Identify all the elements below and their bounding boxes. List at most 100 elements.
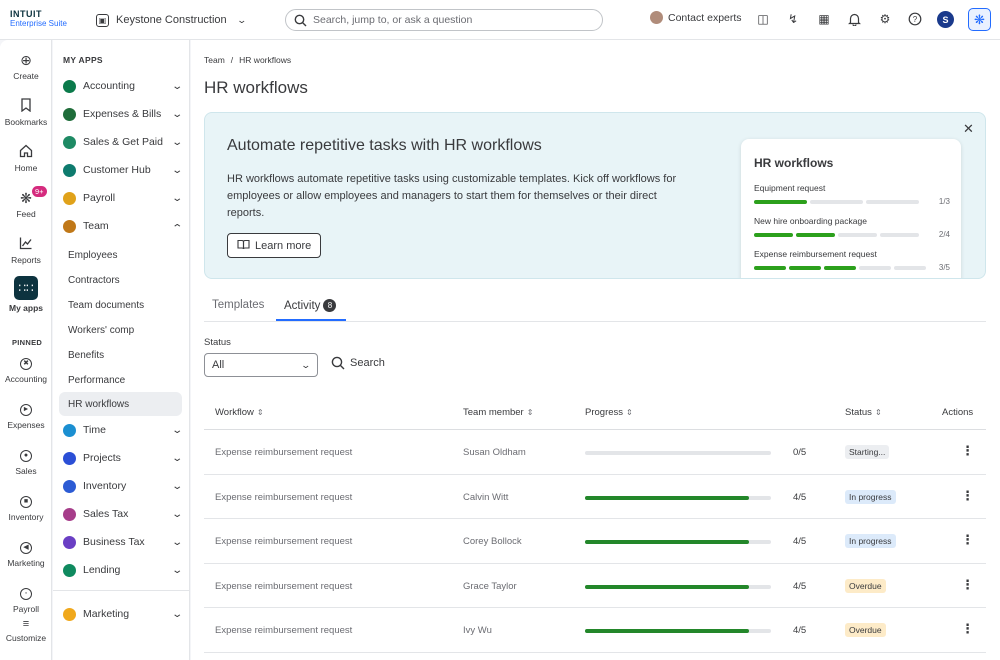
app-team[interactable]: Team ⌄ — [63, 216, 183, 236]
app-sales-tax[interactable]: Sales Tax ⌄ — [63, 504, 183, 524]
row-actions-kebab-icon[interactable]: ⋮ — [961, 532, 974, 548]
row-progress-fill — [585, 540, 749, 544]
status-filter-label: Status — [204, 337, 231, 348]
table-row[interactable]: Expense reimbursement request Corey Bollo… — [204, 519, 986, 564]
active-tab-indicator — [276, 319, 346, 321]
pinned-accounting[interactable]: ✖ Accounting — [0, 358, 52, 384]
rail-customize[interactable]: ≡ Customize — [0, 618, 52, 643]
row-actions-kebab-icon[interactable]: ⋮ — [961, 443, 974, 459]
status-filter-select[interactable]: All ⌄ — [204, 353, 318, 377]
bell-icon[interactable] — [846, 11, 862, 27]
team-sub-workers-comp[interactable]: Workers' comp — [59, 318, 182, 342]
app-label: Team — [83, 220, 109, 232]
intuit-logo[interactable]: INTUIT Enterprise Suite — [10, 9, 67, 29]
tab-activity[interactable]: Activity 8 — [284, 299, 337, 312]
team-sub-contractors[interactable]: Contractors — [59, 268, 182, 292]
progress-segment — [789, 265, 821, 270]
pinned-marketing[interactable]: ◀ Marketing — [0, 542, 52, 568]
col-progress[interactable]: Progress ⇕ — [585, 407, 633, 418]
pinned-sales[interactable]: ● Sales — [0, 450, 52, 476]
app-lending[interactable]: Lending ⌄ — [63, 560, 183, 580]
company-switcher[interactable]: ▣ Keystone Construction ⌄ — [96, 10, 247, 30]
contact-experts-label: Contact experts — [668, 11, 742, 24]
team-sub-performance[interactable]: Performance — [59, 368, 182, 392]
team-sub-employees[interactable]: Employees — [59, 243, 182, 267]
contact-experts-button[interactable]: Contact experts — [650, 11, 742, 24]
chevron-down-icon: ⌄ — [170, 164, 183, 176]
pinned-expenses[interactable]: ► Expenses — [0, 404, 52, 430]
row-workflow: Expense reimbursement request — [215, 580, 353, 592]
rail-my-apps-label: My apps — [8, 303, 43, 313]
pinned-marketing-label: Marketing — [7, 558, 45, 568]
col-status[interactable]: Status ⇕ — [845, 407, 882, 418]
assistant-icon[interactable]: ❋ — [968, 8, 991, 31]
app-inventory[interactable]: Inventory ⌄ — [63, 476, 183, 496]
table-row[interactable]: Expense reimbursement request Susan Oldha… — [204, 430, 986, 475]
activity-count-badge: 8 — [323, 299, 337, 312]
table-row[interactable]: Expense reimbursement request Grace Taylo… — [204, 564, 986, 608]
close-icon[interactable]: ✕ — [963, 121, 974, 137]
search-icon — [294, 14, 307, 26]
lightning-icon[interactable]: ↯ — [785, 11, 801, 27]
preview-workflow-progress: 1/3 — [754, 197, 950, 206]
pinned-inventory[interactable]: ■ Inventory — [0, 496, 52, 522]
rail-reports[interactable]: Reports — [0, 236, 52, 265]
user-avatar[interactable]: S — [937, 11, 954, 28]
row-progress-count: 4/5 — [793, 491, 807, 503]
apps-switch-icon[interactable]: ▦ — [816, 11, 832, 27]
rail-bookmarks[interactable]: Bookmarks — [0, 98, 52, 127]
search-input[interactable] — [313, 14, 583, 26]
col-status-label: Status — [845, 407, 872, 418]
payroll-app-icon — [63, 191, 76, 205]
table-search-button[interactable]: Search — [331, 356, 385, 370]
team-sub-hr-workflows[interactable]: HR workflows — [59, 392, 182, 416]
app-accounting[interactable]: Accounting ⌄ — [63, 76, 183, 96]
team-sub-benefits[interactable]: Benefits — [59, 343, 182, 367]
row-progress-count: 4/5 — [793, 536, 807, 547]
sales-app-icon — [63, 135, 76, 149]
gear-icon[interactable]: ⚙ — [877, 11, 893, 27]
projects-app-icon — [63, 451, 76, 465]
app-marketing[interactable]: Marketing ⌄ — [63, 604, 183, 624]
table-row[interactable]: Expense reimbursement request Calvin Witt… — [204, 475, 986, 519]
my-apps-heading: MY APPS — [63, 55, 103, 65]
sort-icon: ⇕ — [526, 408, 534, 417]
rail-feed[interactable]: ❋ Feed 9+ — [0, 186, 52, 219]
app-business-tax[interactable]: Business Tax ⌄ — [63, 532, 183, 552]
rail-create[interactable]: ⊕ Create — [0, 52, 52, 81]
help-icon[interactable]: ? — [907, 11, 923, 27]
row-actions-kebab-icon[interactable]: ⋮ — [961, 577, 974, 593]
row-actions-kebab-icon[interactable]: ⋮ — [961, 621, 974, 637]
search-icon — [331, 356, 345, 370]
app-label: Projects — [83, 452, 121, 464]
brand-line2: Enterprise Suite — [10, 19, 67, 28]
col-team-member[interactable]: Team member ⇕ — [463, 407, 533, 418]
app-sales-get-paid[interactable]: Sales & Get Paid ⌄ — [63, 132, 183, 152]
pinned-payroll[interactable]: ◦ Payroll — [0, 588, 52, 614]
row-progress-bar — [585, 451, 771, 455]
rail-my-apps[interactable]: ∷∷ My apps — [0, 276, 52, 313]
expenses-icon: ► — [20, 404, 32, 416]
app-expenses-bills[interactable]: Expenses & Bills ⌄ — [63, 104, 183, 124]
tab-templates[interactable]: Templates — [212, 299, 264, 311]
col-workflow[interactable]: Workflow ⇕ — [215, 407, 264, 418]
breadcrumb-separator: / — [230, 55, 234, 65]
row-progress-count: 4/5 — [793, 625, 807, 636]
app-projects[interactable]: Projects ⌄ — [63, 448, 183, 468]
team-sub-team-documents[interactable]: Team documents — [59, 293, 182, 317]
row-actions-kebab-icon[interactable]: ⋮ — [961, 488, 974, 504]
table-row[interactable]: Expense reimbursement request Ivy Wu 4/5 Ov… — [204, 608, 986, 653]
app-customer-hub[interactable]: Customer Hub ⌄ — [63, 160, 183, 180]
row-team-member: Corey Bollock — [463, 536, 522, 547]
app-time[interactable]: Time ⌄ — [63, 420, 183, 440]
row-team-member: Susan Oldham — [463, 447, 526, 458]
row-progress-count: 4/5 — [793, 580, 807, 592]
learn-more-button[interactable]: Learn more — [227, 233, 322, 258]
global-search[interactable] — [285, 9, 603, 31]
breadcrumb-team[interactable]: Team — [204, 55, 225, 65]
pinned-payroll-label: Payroll — [13, 604, 39, 614]
rail-home[interactable]: Home — [0, 144, 52, 173]
clipboard-icon[interactable]: ◫ — [755, 11, 771, 27]
progress-segment — [796, 232, 835, 237]
app-payroll[interactable]: Payroll ⌄ — [63, 188, 183, 208]
